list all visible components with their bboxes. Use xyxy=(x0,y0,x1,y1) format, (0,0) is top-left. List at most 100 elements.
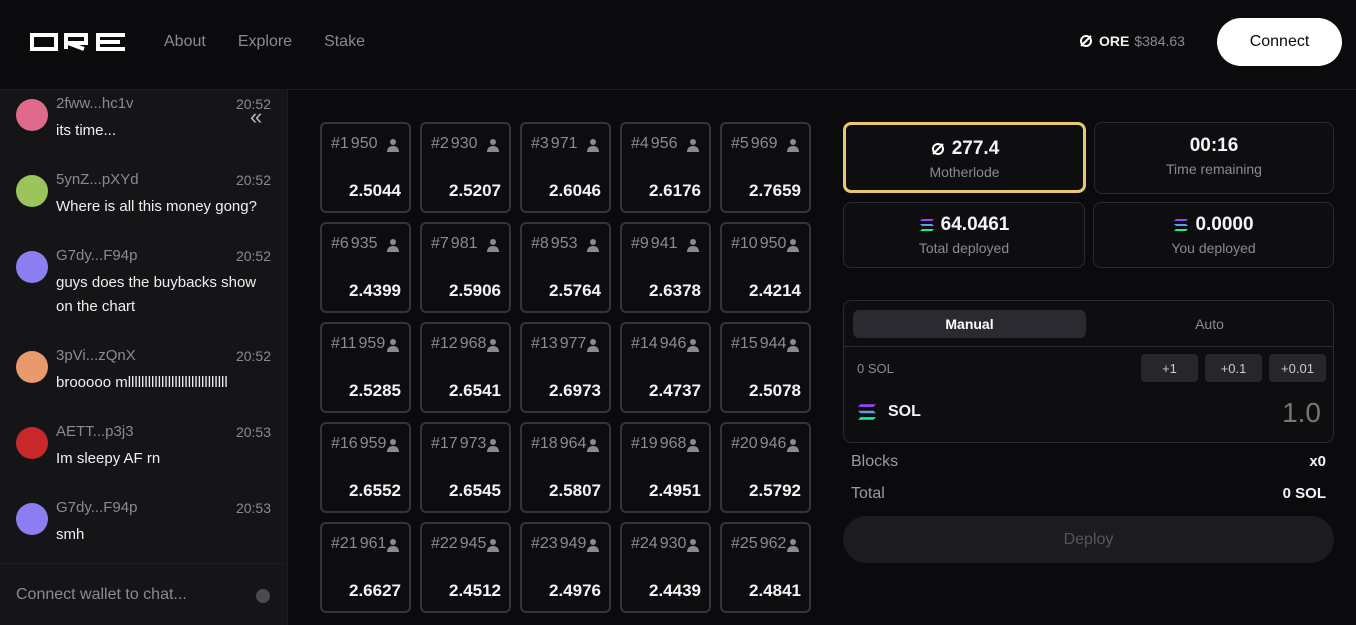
total-deployed-card: 64.0461 Total deployed xyxy=(843,202,1085,268)
tab-manual[interactable]: Manual xyxy=(853,310,1086,338)
block-cell[interactable]: #18 964 2.5807 xyxy=(520,422,611,513)
nav-explore[interactable]: Explore xyxy=(238,33,292,51)
user-icon xyxy=(787,139,799,152)
block-miner-count: 964 xyxy=(559,435,587,452)
block-cell[interactable]: #1 950 2.5044 xyxy=(320,122,411,213)
block-label: #16 959 xyxy=(331,435,386,453)
user-icon xyxy=(587,539,599,552)
increment-1-button[interactable]: +1 xyxy=(1141,354,1198,382)
block-cell[interactable]: #15 944 2.5078 xyxy=(720,322,811,413)
block-cell[interactable]: #24 930 2.4439 xyxy=(620,522,711,613)
block-cell[interactable]: #10 950 2.4214 xyxy=(720,222,811,313)
block-cell[interactable]: #14 946 2.4737 xyxy=(620,322,711,413)
block-id: #16 xyxy=(331,435,358,452)
block-cell[interactable]: #4 956 2.6176 xyxy=(620,122,711,213)
sol-balance: 0 SOL xyxy=(857,361,894,376)
message-author: AETT...p3j3 xyxy=(56,423,134,440)
block-label: #17 973 xyxy=(431,435,486,453)
block-miner-count: 941 xyxy=(650,235,678,252)
block-value: 2.6176 xyxy=(649,181,701,200)
block-id: #25 xyxy=(731,535,758,552)
block-miner-count: 968 xyxy=(459,335,487,352)
block-cell[interactable]: #6 935 2.4399 xyxy=(320,222,411,313)
block-id: #18 xyxy=(531,435,558,452)
block-id: #2 xyxy=(431,135,449,152)
block-cell[interactable]: #16 959 2.6552 xyxy=(320,422,411,513)
user-icon xyxy=(787,439,799,452)
motherlode-label: Motherlode xyxy=(929,164,1000,180)
nav-stake[interactable]: Stake xyxy=(324,33,365,51)
user-icon xyxy=(787,239,799,252)
user-icon xyxy=(387,539,399,552)
block-cell[interactable]: #11 959 2.5285 xyxy=(320,322,411,413)
increment-0.01-button[interactable]: +0.01 xyxy=(1269,354,1326,382)
block-cell[interactable]: #23 949 2.4976 xyxy=(520,522,611,613)
block-id: #6 xyxy=(331,235,349,252)
block-id: #19 xyxy=(631,435,658,452)
block-miner-count: 971 xyxy=(550,135,578,152)
connect-button[interactable]: Connect xyxy=(1217,18,1342,66)
block-label: #5 969 xyxy=(731,135,778,153)
ore-token-icon xyxy=(931,143,944,155)
user-icon xyxy=(687,539,699,552)
block-value: 2.6046 xyxy=(549,181,601,200)
tab-auto[interactable]: Auto xyxy=(1093,310,1326,338)
block-cell[interactable]: #25 962 2.4841 xyxy=(720,522,811,613)
block-miner-count: 946 xyxy=(759,435,787,452)
motherlode-value: 277.4 xyxy=(951,138,1000,159)
block-label: #6 935 xyxy=(331,235,378,253)
block-value: 2.4737 xyxy=(649,381,701,400)
total-value: 0 SOL xyxy=(1282,485,1326,502)
avatar xyxy=(16,99,48,131)
message-author: 2fww...hc1v xyxy=(56,95,134,112)
block-miner-count: 935 xyxy=(350,235,378,252)
amount-input[interactable] xyxy=(1201,397,1321,429)
block-cell[interactable]: #8 953 2.5764 xyxy=(520,222,611,313)
block-cell[interactable]: #3 971 2.6046 xyxy=(520,122,611,213)
chat-input[interactable]: Connect wallet to chat... xyxy=(0,563,287,625)
block-cell[interactable]: #2 930 2.5207 xyxy=(420,122,511,213)
increment-0.1-button[interactable]: +0.1 xyxy=(1205,354,1262,382)
block-miner-count: 973 xyxy=(459,435,487,452)
block-label: #21 961 xyxy=(331,535,386,553)
user-icon xyxy=(587,339,599,352)
user-icon xyxy=(487,339,499,352)
message-text: Im sleepy AF rn xyxy=(56,450,161,467)
ore-logo[interactable] xyxy=(30,33,127,51)
message-time: 20:52 xyxy=(235,248,271,264)
block-id: #1 xyxy=(331,135,349,152)
block-miner-count: 950 xyxy=(759,235,787,252)
top-bar: About Explore Stake ORE $384.63 Connect xyxy=(0,0,1356,90)
block-value: 2.5764 xyxy=(549,281,601,300)
user-icon xyxy=(787,339,799,352)
block-cell[interactable]: #7 981 2.5906 xyxy=(420,222,511,313)
deploy-button[interactable]: Deploy xyxy=(843,516,1334,563)
block-value: 2.7659 xyxy=(749,181,801,200)
block-cell[interactable]: #17 973 2.6545 xyxy=(420,422,511,513)
time-label: Time remaining xyxy=(1166,161,1262,177)
block-value: 2.4512 xyxy=(449,581,501,600)
block-label: #11 959 xyxy=(331,335,385,353)
block-value: 2.4439 xyxy=(649,581,701,600)
block-cell[interactable]: #21 961 2.6627 xyxy=(320,522,411,613)
block-cell[interactable]: #20 946 2.5792 xyxy=(720,422,811,513)
emoji-icon[interactable] xyxy=(256,589,270,603)
block-cell[interactable]: #5 969 2.7659 xyxy=(720,122,811,213)
block-id: #7 xyxy=(431,235,449,252)
block-cell[interactable]: #19 968 2.4951 xyxy=(620,422,711,513)
block-miner-count: 953 xyxy=(550,235,578,252)
user-icon xyxy=(487,439,499,452)
you-deployed-value: 0.0000 xyxy=(1195,214,1254,235)
block-value: 2.4976 xyxy=(549,581,601,600)
nav-about[interactable]: About xyxy=(164,33,206,51)
block-cell[interactable]: #13 977 2.6973 xyxy=(520,322,611,413)
block-miner-count: 969 xyxy=(750,135,778,152)
block-cell[interactable]: #22 945 2.4512 xyxy=(420,522,511,613)
block-value: 2.5807 xyxy=(549,481,601,500)
message-author: 5ynZ...pXYd xyxy=(56,171,139,188)
token-selector: SOL xyxy=(856,403,921,421)
divider xyxy=(844,346,1333,347)
block-cell[interactable]: #12 968 2.6541 xyxy=(420,322,511,413)
block-cell[interactable]: #9 941 2.6378 xyxy=(620,222,711,313)
block-miner-count: 962 xyxy=(759,535,787,552)
